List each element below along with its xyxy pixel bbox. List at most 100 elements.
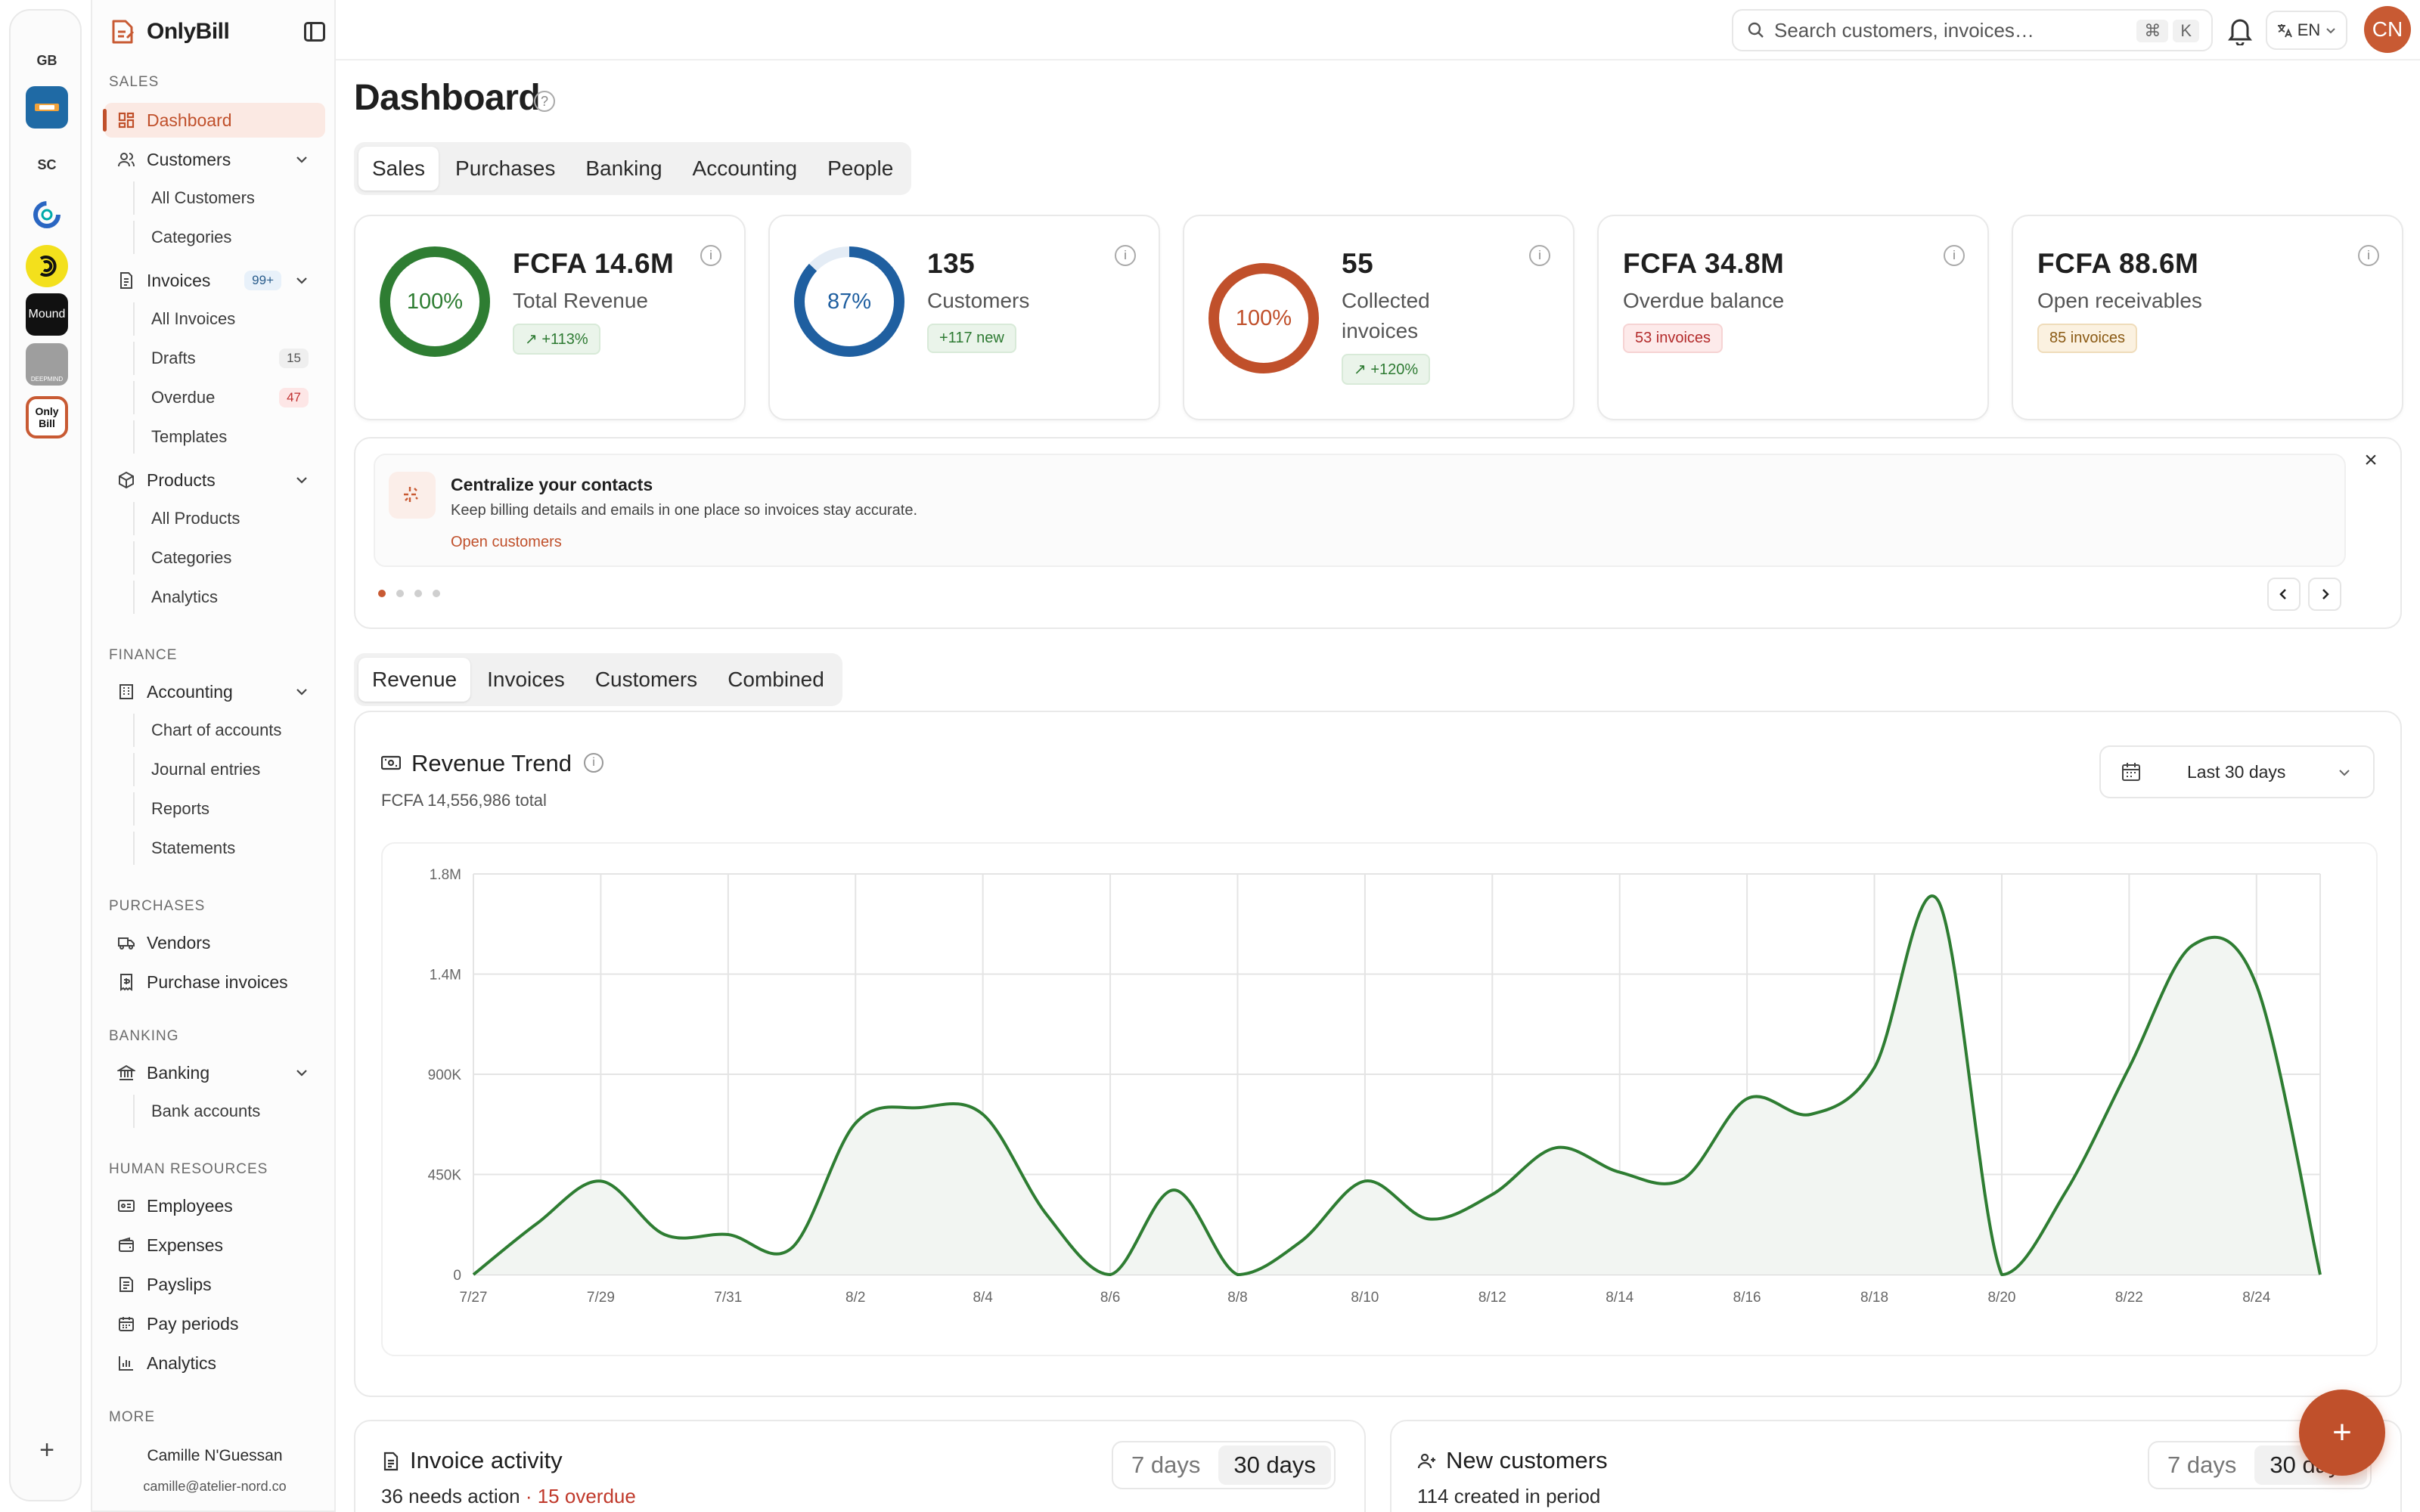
nav-products[interactable]: Products: [104, 463, 325, 497]
carousel-dot[interactable]: [378, 590, 386, 597]
nav-product-categories[interactable]: Categories: [133, 541, 325, 575]
nav-drafts[interactable]: Drafts 15: [133, 342, 325, 375]
nav-vendors[interactable]: Vendors: [104, 925, 325, 960]
bell-icon[interactable]: [2226, 15, 2254, 45]
nav-dashboard-label: Dashboard: [147, 110, 232, 130]
nav-banking[interactable]: Banking: [104, 1055, 325, 1090]
new-customers-title: New customers: [1446, 1447, 1608, 1473]
nav-journal-entries[interactable]: Journal entries: [133, 753, 325, 786]
search-box[interactable]: ⌘ K: [1732, 9, 2213, 51]
range-30-days[interactable]: 30 days: [1218, 1445, 1331, 1485]
range-7-days[interactable]: 7 days: [2152, 1445, 2251, 1485]
nav-drafts-label: Drafts: [151, 349, 196, 367]
invoice-activity-card: Invoice activity 36 needs action · 15 ov…: [354, 1420, 1366, 1512]
kpi-collected-invoices[interactable]: 100% 55 Collected invoices ↗ +120% i: [1183, 215, 1575, 420]
sidebar-toggle-icon[interactable]: [302, 20, 327, 44]
nav-hr-analytics[interactable]: Analytics: [104, 1346, 325, 1380]
tab-banking[interactable]: Banking: [572, 147, 675, 191]
x-tick-label: 8/20: [1987, 1290, 2015, 1306]
chevron-down-icon[interactable]: [293, 683, 310, 700]
kpi-customers[interactable]: 87% 135 Customers +117 new i: [768, 215, 1160, 420]
chevron-down-icon[interactable]: [293, 472, 310, 488]
new-customers-count: 114: [1417, 1485, 1449, 1507]
nav-dashboard[interactable]: Dashboard: [103, 103, 325, 138]
nav-customers[interactable]: Customers: [104, 142, 325, 177]
nav-payslips[interactable]: Payslips: [104, 1267, 325, 1302]
nav-all-products[interactable]: All Products: [133, 502, 325, 535]
nav-statements[interactable]: Statements: [133, 832, 325, 865]
nav-bank-accounts[interactable]: Bank accounts: [133, 1095, 325, 1128]
invoices-count-badge: 99+: [244, 271, 281, 290]
add-workspace-button[interactable]: +: [27, 1430, 67, 1470]
tab-sales[interactable]: Sales: [358, 147, 439, 191]
user-email: camille@atelier-nord.co: [143, 1479, 287, 1494]
help-icon[interactable]: ?: [534, 91, 555, 112]
overdue-count[interactable]: · 15 overdue: [526, 1485, 636, 1507]
nav-pay-periods[interactable]: Pay periods: [104, 1306, 325, 1341]
info-icon[interactable]: i: [584, 753, 603, 773]
nav-overdue-label: Overdue: [151, 388, 216, 407]
range-7-days[interactable]: 7 days: [1116, 1445, 1215, 1485]
workspace-deepmind[interactable]: DEEPMIND: [26, 343, 68, 386]
tab-invoices[interactable]: Invoices: [473, 658, 579, 702]
tab-customers[interactable]: Customers: [582, 658, 711, 702]
nav-customer-categories[interactable]: Categories: [133, 221, 325, 254]
workspace-logo-yellow[interactable]: [26, 245, 68, 287]
info-icon[interactable]: i: [1944, 245, 1965, 266]
tab-combined[interactable]: Combined: [714, 658, 838, 702]
date-range-select[interactable]: Last 30 days: [2099, 745, 2375, 798]
nav-invoices[interactable]: Invoices 99+: [104, 263, 325, 298]
info-icon[interactable]: i: [700, 245, 721, 266]
tab-people[interactable]: People: [814, 147, 907, 191]
nav-chart-of-accounts[interactable]: Chart of accounts: [133, 714, 325, 747]
open-customers-link[interactable]: Open customers: [451, 534, 562, 551]
page-title: Dashboard: [354, 78, 541, 118]
user-name[interactable]: Camille N'Guessan: [92, 1447, 337, 1465]
info-icon[interactable]: i: [1529, 245, 1550, 266]
nav-templates[interactable]: Templates: [133, 420, 325, 454]
kpi-total-revenue[interactable]: 100% FCFA 14.6M Total Revenue ↗ +113% i: [354, 215, 746, 420]
nav-overdue[interactable]: Overdue 47: [133, 381, 325, 414]
close-icon[interactable]: ×: [2360, 448, 2382, 472]
nav-product-analytics[interactable]: Analytics: [133, 581, 325, 614]
tab-revenue[interactable]: Revenue: [358, 658, 471, 702]
chevron-down-icon[interactable]: [293, 272, 310, 289]
nav-reports[interactable]: Reports: [133, 792, 325, 826]
y-tick-label: 900K: [428, 1067, 462, 1083]
language-selector[interactable]: EN: [2266, 11, 2347, 50]
workspace-onlybill[interactable]: Only Bill: [26, 396, 68, 438]
workspace-mound[interactable]: Mound: [26, 293, 68, 336]
search-input[interactable]: [1774, 18, 2122, 42]
search-icon: [1748, 22, 1764, 38]
workspace-gb[interactable]: GB: [26, 39, 68, 82]
nav-all-customers[interactable]: All Customers: [133, 181, 325, 215]
nav-accounting[interactable]: Accounting: [104, 674, 325, 709]
carousel-dot[interactable]: [396, 590, 404, 597]
carousel-dot[interactable]: [433, 590, 440, 597]
info-icon[interactable]: i: [2358, 245, 2379, 266]
workspace-logo-g[interactable]: [26, 194, 68, 236]
tab-accounting[interactable]: Accounting: [679, 147, 811, 191]
sidebar: OnlyBill SALES Dashboard Customers All C…: [91, 0, 336, 1512]
carousel-dot[interactable]: [414, 590, 422, 597]
tip-description: Keep billing details and emails in one p…: [451, 502, 918, 519]
chevron-down-icon[interactable]: [293, 1064, 310, 1081]
nav-expenses[interactable]: Expenses: [104, 1228, 325, 1263]
kpi-overdue-balance[interactable]: FCFA 34.8M Overdue balance 53 invoices i: [1597, 215, 1989, 420]
invoice-activity-title: Invoice activity: [410, 1447, 563, 1473]
brand[interactable]: OnlyBill: [107, 15, 327, 48]
carousel-prev-button[interactable]: [2267, 578, 2301, 611]
workspace-logo-blue[interactable]: [26, 86, 68, 129]
chevron-down-icon[interactable]: [293, 151, 310, 168]
nav-all-invoices[interactable]: All Invoices: [133, 302, 325, 336]
x-tick-label: 8/16: [1733, 1290, 1761, 1306]
info-icon[interactable]: i: [1115, 245, 1136, 266]
tab-purchases[interactable]: Purchases: [442, 147, 569, 191]
kpi-open-receivables[interactable]: FCFA 88.6M Open receivables 85 invoices …: [2012, 215, 2403, 420]
nav-employees[interactable]: Employees: [104, 1188, 325, 1223]
carousel-next-button[interactable]: [2308, 578, 2341, 611]
nav-purchase-invoices[interactable]: Purchase invoices: [104, 965, 325, 999]
workspace-sc[interactable]: SC: [26, 144, 68, 186]
avatar[interactable]: CN: [2364, 6, 2411, 53]
add-fab-button[interactable]: +: [2299, 1390, 2385, 1476]
